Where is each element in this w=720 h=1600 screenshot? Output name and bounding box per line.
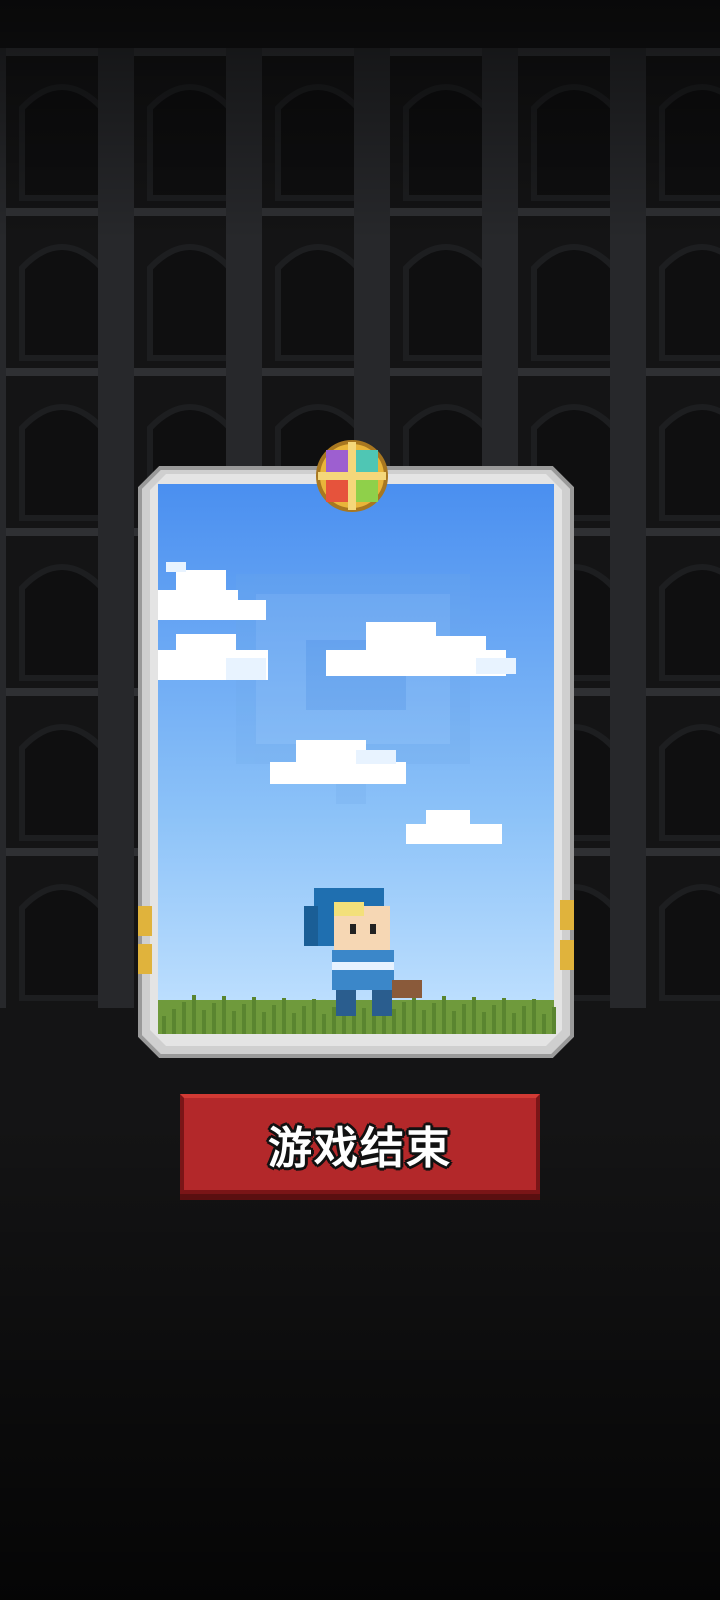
grass-blade bbox=[502, 998, 506, 1034]
grass-blade bbox=[382, 1016, 386, 1034]
grass-blade bbox=[472, 997, 476, 1034]
grass-blade bbox=[402, 1002, 406, 1034]
grass-blade bbox=[432, 1003, 436, 1034]
game-over-button[interactable]: 游戏结束 bbox=[180, 1094, 540, 1194]
grass-blade bbox=[412, 995, 416, 1034]
grass-blade bbox=[252, 997, 256, 1034]
grass-blade bbox=[262, 1012, 266, 1034]
grass-blade bbox=[422, 1010, 426, 1034]
grass-blade bbox=[442, 996, 446, 1034]
game-over-label: 游戏结束 bbox=[268, 1123, 452, 1174]
four-color-cross-emblem-icon bbox=[316, 440, 388, 512]
grass-blade bbox=[282, 998, 286, 1034]
grass-blade bbox=[172, 1009, 176, 1034]
character-card bbox=[138, 440, 574, 1058]
grass-blade bbox=[272, 1005, 276, 1034]
grass-blade bbox=[522, 1006, 526, 1034]
grass-blade bbox=[212, 1003, 216, 1034]
grass-blade bbox=[332, 1007, 336, 1034]
grass-blade bbox=[292, 1013, 296, 1034]
grass-blade bbox=[192, 995, 196, 1034]
grass bbox=[158, 995, 556, 1034]
grass-blade bbox=[222, 996, 226, 1034]
grass-blade bbox=[322, 1014, 326, 1034]
grass-blade bbox=[532, 999, 536, 1034]
grass-blade bbox=[202, 1010, 206, 1034]
grass-blade bbox=[352, 1015, 356, 1034]
grass-blade bbox=[512, 1013, 516, 1034]
grass-blade bbox=[542, 1014, 546, 1034]
grass-blade bbox=[302, 1006, 306, 1034]
grass-blade bbox=[452, 1011, 456, 1034]
grass-blade bbox=[162, 1016, 166, 1034]
grass-blade bbox=[182, 1002, 186, 1034]
grass-blade bbox=[232, 1011, 236, 1034]
grass-blade bbox=[362, 1008, 366, 1034]
grass-blade bbox=[482, 1012, 486, 1034]
grass-blade bbox=[492, 1005, 496, 1034]
grass-blade bbox=[242, 1004, 246, 1034]
grass-blade bbox=[462, 1004, 466, 1034]
grass-blade bbox=[552, 1007, 556, 1034]
grass-blade bbox=[392, 1009, 396, 1034]
grass-blade bbox=[312, 999, 316, 1034]
